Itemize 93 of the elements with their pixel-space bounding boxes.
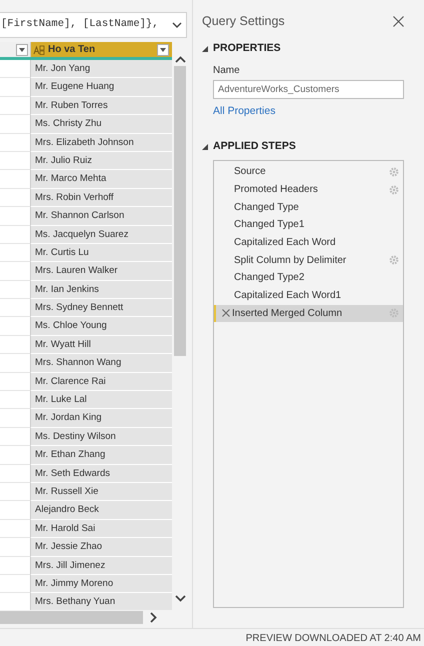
- table-cell: [0, 464, 31, 483]
- caret-icon: [19, 48, 25, 52]
- table-cell: Mrs. Shannon Wang: [31, 354, 172, 373]
- table-cell: [0, 501, 31, 520]
- table-cell: [0, 336, 31, 354]
- table-cell: [0, 244, 31, 262]
- table-cell: [0, 391, 31, 410]
- table-cell: Mr. Ian Jenkins: [31, 280, 172, 300]
- name-field[interactable]: AdventureWorks_Customers: [213, 80, 404, 98]
- table-cell: [0, 428, 31, 446]
- table-cell: Mrs. Lauren Walker: [31, 262, 172, 281]
- table-cell: [0, 188, 31, 208]
- expand-chevron-icon[interactable]: [172, 22, 182, 28]
- caret-icon: [160, 48, 166, 52]
- table-cell: Mr. Marco Mehta: [31, 170, 172, 189]
- step-item[interactable]: Split Column by Delimiter: [214, 251, 403, 270]
- table-cell: [0, 134, 31, 152]
- section-heading: PROPERTIES: [213, 40, 281, 56]
- step-item[interactable]: Promoted Headers: [214, 180, 403, 198]
- field-label: Name: [213, 64, 241, 78]
- formula-bar[interactable]: [FirstName], [LastName]},: [0, 12, 187, 38]
- column-header[interactable]: Ho va Ten: [31, 42, 172, 57]
- table-cell: [0, 482, 31, 502]
- scroll-up-icon[interactable]: [174, 56, 186, 63]
- table-cell: Ms. Jacquelyn Suarez: [31, 226, 172, 244]
- dropdown-button[interactable]: [157, 44, 169, 56]
- table-cell: Mr. Curtis Lu: [31, 244, 172, 262]
- table-cell: Ms. Chloe Young: [31, 317, 172, 336]
- table-cell: [0, 280, 31, 300]
- scrollbar-thumb[interactable]: [174, 66, 186, 356]
- table-cell: Mr. Shannon Carlson: [31, 207, 172, 226]
- table-cell: Mr. Jimmy Moreno: [31, 574, 172, 594]
- text-type-icon: [33, 44, 45, 54]
- step-item[interactable]: Changed Type2: [214, 269, 403, 287]
- status-text: PREVIEW DOWNLOADED AT 2:40 AM: [0, 628, 424, 646]
- table-cell: Alejandro Beck: [31, 501, 172, 520]
- table-cell: [0, 96, 31, 116]
- table-cell: Ms. Christy Zhu: [31, 115, 172, 134]
- step-item[interactable]: Inserted Merged Column: [214, 304, 403, 322]
- table-cell: [0, 60, 31, 78]
- table-cell: [0, 409, 31, 428]
- table-cell: Ms. Destiny Wilson: [31, 428, 172, 446]
- scroll-right-icon[interactable]: [150, 612, 157, 623]
- table-cell: Mr. Jessie Zhao: [31, 538, 172, 557]
- table-cell: Mr. Jordan King: [31, 409, 172, 428]
- table-cell: Mr. Seth Edwards: [31, 464, 172, 483]
- table-cell: [0, 262, 31, 281]
- table-cell: [0, 574, 31, 594]
- table-cell: [0, 520, 31, 538]
- table-cell: [0, 299, 31, 318]
- table-cell: [0, 78, 31, 97]
- table-cell: Mr. Julio Ruiz: [31, 152, 172, 170]
- table-cell: Mr. Wyatt Hill: [31, 336, 172, 354]
- table-cell: [0, 207, 31, 226]
- table-cell: Mr. Harold Sai: [31, 520, 172, 538]
- table-cell: Mr. Clarence Rai: [31, 372, 172, 392]
- step-item[interactable]: Source: [214, 163, 403, 181]
- table-cell: [0, 170, 31, 189]
- scroll-down-icon[interactable]: [174, 595, 186, 602]
- scrollbar-thumb[interactable]: [0, 611, 143, 624]
- table-cell: [0, 152, 31, 170]
- table-cell: Mr. Russell Xie: [31, 482, 172, 502]
- table-cell: [0, 115, 31, 134]
- dropdown-button[interactable]: [16, 44, 28, 56]
- table-cell: Mrs. Sydney Bennett: [31, 299, 172, 318]
- step-item[interactable]: Changed Type1: [214, 216, 403, 234]
- table-cell: Mrs. Bethany Yuan: [31, 593, 172, 610]
- table-cell: Mr. Ethan Zhang: [31, 446, 172, 465]
- all-properties-link[interactable]: All Properties: [213, 104, 404, 120]
- close-icon[interactable]: [393, 16, 404, 27]
- table-cell: Mrs. Robin Verhoff: [31, 188, 172, 208]
- collapse-triangle-icon[interactable]: [202, 46, 208, 52]
- table-cell: [0, 317, 31, 336]
- table-cell: [0, 446, 31, 465]
- table-cell: Mr. Luke Lal: [31, 391, 172, 410]
- table-cell: Mrs. Elizabeth Johnson: [31, 134, 172, 152]
- formula-text: [FirstName], [LastName]},: [1, 17, 159, 32]
- step-item[interactable]: Capitalized Each Word1: [214, 286, 403, 304]
- table-cell: Mr. Jon Yang: [31, 60, 172, 78]
- collapse-triangle-icon[interactable]: [202, 144, 208, 150]
- delete-icon[interactable]: [222, 309, 230, 318]
- section-heading: APPLIED STEPS: [213, 139, 296, 154]
- table-cell: [0, 538, 31, 557]
- table-cell: [0, 556, 31, 575]
- table-cell: [0, 372, 31, 392]
- table-cell: Mr. Ruben Torres: [31, 96, 172, 116]
- step-item[interactable]: Changed Type: [214, 198, 403, 216]
- panel-title: Query Settings: [202, 13, 285, 30]
- table-cell: Mr. Eugene Huang: [31, 78, 172, 97]
- table-cell: Mrs. Jill Jimenez: [31, 556, 172, 575]
- table-cell: [0, 226, 31, 244]
- table-cell: [0, 354, 31, 373]
- step-item[interactable]: Capitalized Each Word: [214, 234, 403, 252]
